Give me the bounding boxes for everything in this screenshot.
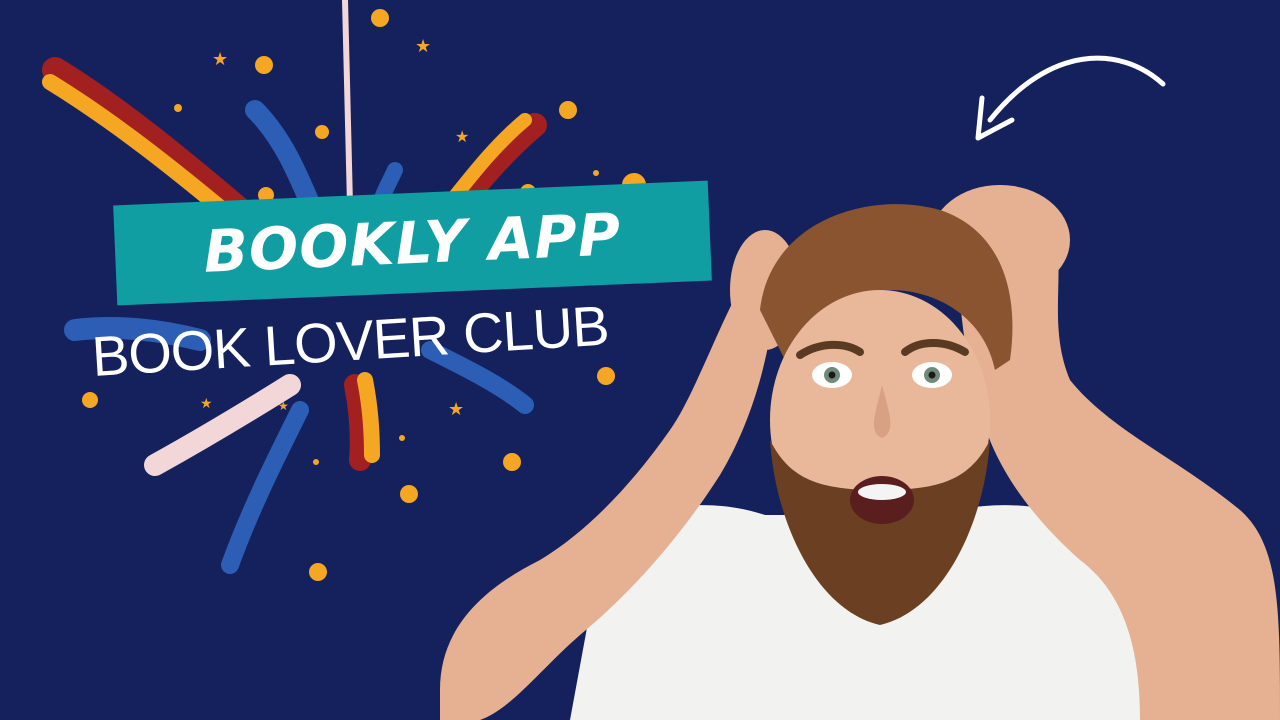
svg-text:★: ★ bbox=[212, 49, 228, 70]
svg-text:★: ★ bbox=[415, 36, 431, 57]
svg-text:★: ★ bbox=[200, 396, 213, 412]
svg-text:★: ★ bbox=[455, 127, 469, 146]
shocked-man-photo bbox=[440, 185, 1280, 720]
thumbnail-canvas: ★ ★ ★ ★ ★ ★ BOOKLY APP BOOK LOVER CLUB bbox=[0, 0, 1280, 720]
curved-arrow-icon bbox=[975, 55, 1166, 141]
svg-text:★: ★ bbox=[278, 399, 289, 413]
